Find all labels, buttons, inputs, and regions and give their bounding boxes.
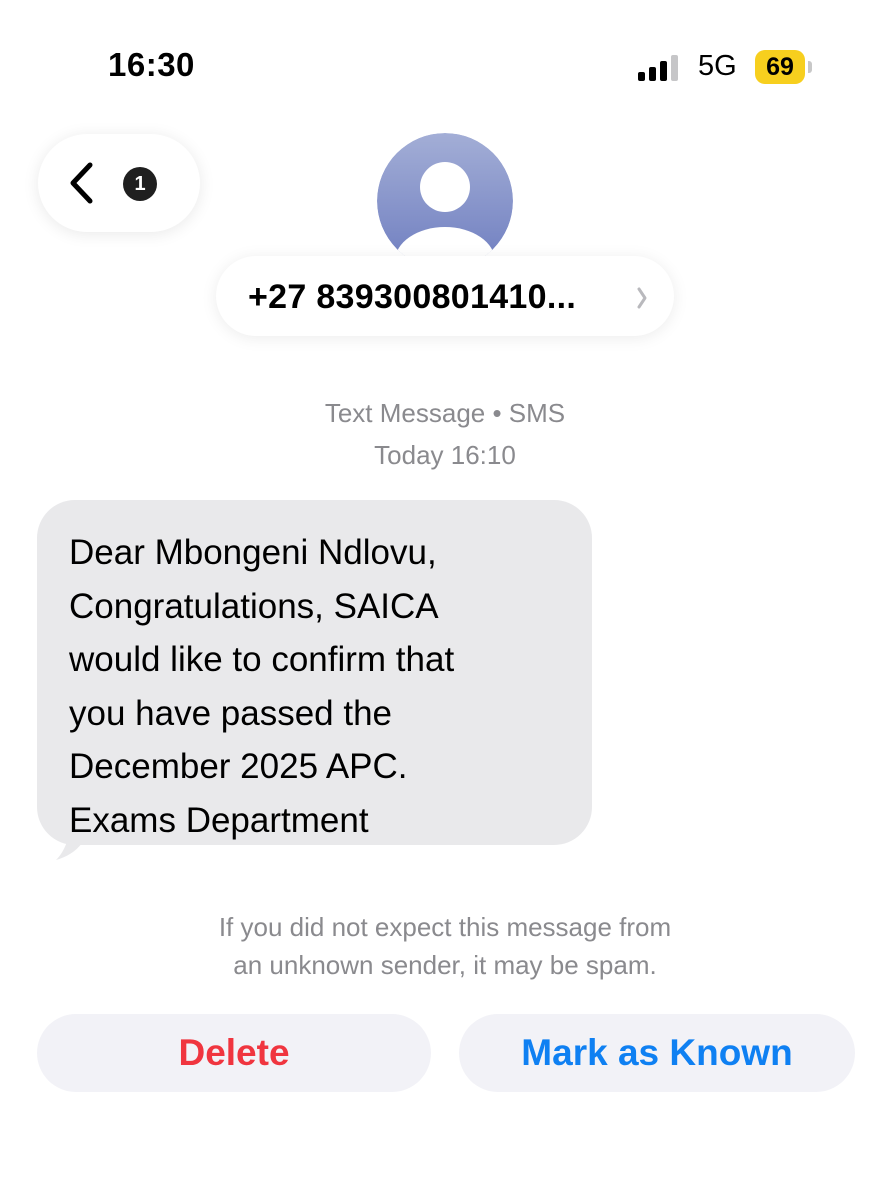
message-service-label: Text Message • SMS bbox=[324, 398, 566, 428]
spam-warning-line: If you did not expect this message from bbox=[218, 912, 672, 942]
back-button[interactable]: 1 bbox=[38, 134, 200, 232]
spam-warning-line: an unknown sender, it may be spam. bbox=[233, 950, 657, 980]
cellular-signal-icon bbox=[638, 55, 678, 81]
unread-count-badge: 1 bbox=[123, 167, 157, 201]
sender-number: +27 839300801410... bbox=[248, 278, 577, 316]
battery-level: 69 bbox=[755, 50, 805, 84]
message-text: Dear Mbongeni Ndlovu, Congratulations, S… bbox=[69, 526, 569, 847]
chevron-left-icon bbox=[70, 162, 93, 204]
network-type: 5G bbox=[698, 50, 737, 82]
status-time: 16:30 bbox=[108, 46, 195, 83]
chevron-right-icon bbox=[637, 287, 647, 309]
person-icon[interactable] bbox=[377, 133, 513, 269]
spam-warning: If you did not expect this message from … bbox=[0, 908, 890, 984]
message-bubble[interactable]: Dear Mbongeni Ndlovu, Congratulations, S… bbox=[37, 500, 592, 845]
message-timestamp: Today 16:10 bbox=[374, 440, 516, 470]
mark-as-known-button[interactable]: Mark as Known bbox=[459, 1014, 855, 1092]
contact-header[interactable]: +27 839300801410... bbox=[216, 256, 674, 336]
message-line: Congratulations, SAICA bbox=[69, 586, 439, 626]
message-line: December 2025 APC. bbox=[69, 747, 408, 786]
message-line: Exams Department bbox=[69, 800, 369, 840]
message-line: you have passed the bbox=[69, 693, 393, 733]
delete-button[interactable]: Delete bbox=[37, 1014, 431, 1092]
message-line: would like to confirm that bbox=[69, 640, 455, 679]
message-line: Dear Mbongeni Ndlovu, bbox=[69, 533, 437, 572]
battery-icon bbox=[808, 61, 812, 73]
